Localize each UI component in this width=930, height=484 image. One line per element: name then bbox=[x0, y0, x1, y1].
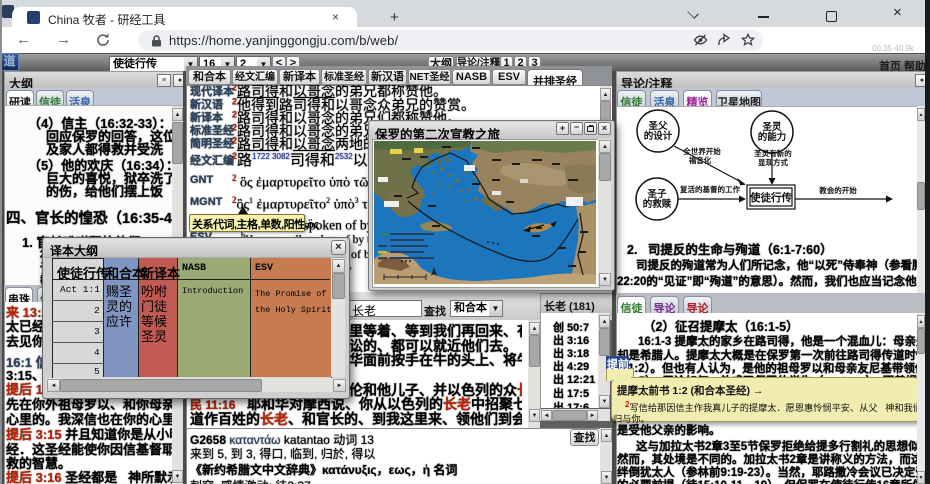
svg-text:复活的基督的工作: 复活的基督的工作 bbox=[679, 184, 740, 194]
svg-text:的救赎: 的救赎 bbox=[643, 198, 672, 210]
svg-text:教会的开始: 教会的开始 bbox=[818, 185, 857, 195]
svg-text:全世界开始: 全世界开始 bbox=[682, 146, 721, 156]
svg-text:的能力: 的能力 bbox=[758, 131, 787, 143]
svg-text:使徒行传: 使徒行传 bbox=[749, 191, 792, 204]
svg-text:的设计: 的设计 bbox=[644, 130, 673, 142]
svg-text:福音化: 福音化 bbox=[688, 155, 712, 165]
svg-text:圣灵有新的: 圣灵有新的 bbox=[753, 148, 792, 158]
svg-text:显现方式: 显现方式 bbox=[758, 157, 788, 167]
